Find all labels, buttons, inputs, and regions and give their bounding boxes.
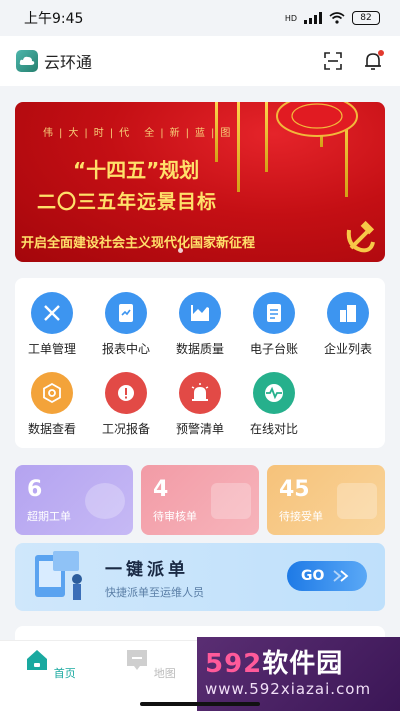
signal-icon [304, 12, 322, 24]
data-view-icon [31, 372, 73, 414]
menu-item-online-compare[interactable]: 在线对比 [237, 372, 311, 437]
banner-headline: “十四五”规划 [73, 158, 200, 182]
menu-item-label: 工况报备 [101, 422, 150, 436]
tab-map[interactable]: 地图 [120, 647, 180, 681]
stat-decoration-icon [211, 483, 251, 519]
siren-icon [179, 372, 221, 414]
wifi-icon [329, 12, 345, 24]
menu-item-label: 预警清单 [175, 422, 224, 436]
banner-subheadline: 二〇三五年远景目标 [37, 191, 218, 213]
stat-card-pending-review[interactable]: 4 待审核单 [141, 465, 259, 535]
pagination-dot[interactable] [178, 248, 183, 253]
ledger-icon [253, 292, 295, 334]
app-header: 云环通 [0, 36, 400, 86]
menu-item-condition-report[interactable]: 工况报备 [89, 372, 163, 437]
watermark-overlay: 592软件园 www.592xiazai.com [197, 637, 400, 711]
menu-item-data-view[interactable]: 数据查看 [15, 372, 89, 437]
quick-dispatch-banner[interactable]: 一键派单 快捷派单至运维人员 GO [15, 543, 385, 611]
app-brand: 云环通 [16, 49, 92, 73]
tab-label: 地图 [153, 667, 176, 680]
dispatch-subtitle: 快捷派单至运维人员 [105, 586, 204, 599]
battery-icon: 82 [352, 11, 380, 25]
go-button[interactable]: GO [287, 561, 367, 591]
menu-grid: 工单管理 报表中心 数据质量 电子台账 企业列表 数据查看 工况报备 预警清单 … [15, 278, 385, 448]
report-icon [105, 292, 147, 334]
notification-dot [378, 50, 384, 56]
menu-item-label: 电子台账 [249, 342, 298, 356]
menu-item-warning-list[interactable]: 预警清单 [163, 372, 237, 437]
home-indicator[interactable] [140, 702, 260, 706]
menu-item-label: 在线对比 [249, 422, 298, 436]
double-arrow-icon [333, 570, 349, 582]
menu-item-enterprises[interactable]: 企业列表 [311, 292, 385, 357]
hammer-sickle-icon [346, 220, 375, 253]
dispatch-illustration-icon [35, 551, 82, 600]
notification-bell-icon[interactable] [362, 50, 384, 72]
menu-item-label: 报表中心 [101, 342, 150, 356]
dispatch-title: 一键派单 [105, 560, 189, 580]
stat-decoration-icon [85, 483, 125, 519]
go-label: GO [301, 568, 325, 584]
stat-decoration-icon [337, 483, 377, 519]
tools-icon [31, 292, 73, 334]
status-time: 上午9:45 [24, 11, 84, 27]
menu-item-label: 企业列表 [323, 342, 372, 356]
building-icon [327, 292, 369, 334]
watermark-text: 软件园 [262, 649, 344, 679]
menu-item-e-ledger[interactable]: 电子台账 [237, 292, 311, 357]
watermark-number: 592 [205, 649, 263, 679]
banner-decoration [237, 102, 240, 192]
menu-item-work-orders[interactable]: 工单管理 [15, 292, 89, 357]
chart-icon [179, 292, 221, 334]
hd-label: HD [284, 13, 297, 23]
watermark-title: 592软件园 [205, 643, 392, 680]
banner-lantern-icon [276, 102, 358, 137]
promo-banner[interactable]: 伟|大|时|代 全|新|蓝|图 “十四五”规划 二〇三五年远景目标 开启全面建设… [15, 102, 385, 262]
header-actions [322, 50, 384, 72]
app-title: 云环通 [44, 53, 93, 72]
app-logo-icon [16, 50, 38, 72]
status-bar: 上午9:45 HD 82 [0, 0, 400, 36]
pulse-icon [253, 372, 295, 414]
menu-item-label: 数据质量 [175, 342, 224, 356]
menu-item-label: 工单管理 [27, 342, 76, 356]
scan-icon[interactable] [322, 50, 344, 72]
banner-slogan: 伟|大|时|代 全|新|蓝|图 [43, 128, 237, 139]
menu-item-label: 数据查看 [27, 422, 76, 436]
stat-card-overdue[interactable]: 6 超期工单 [15, 465, 133, 535]
tab-home[interactable]: 首页 [20, 647, 80, 681]
map-icon [127, 650, 148, 670]
banner-pagination [178, 248, 183, 253]
home-icon [27, 650, 48, 670]
watermark-url: www.592xiazai.com [205, 680, 372, 698]
alert-icon [105, 372, 147, 414]
menu-item-reports[interactable]: 报表中心 [89, 292, 163, 357]
tab-label: 首页 [53, 667, 76, 680]
status-icons: HD 82 [285, 11, 380, 25]
battery-level: 82 [360, 13, 372, 23]
stat-card-pending-accept[interactable]: 45 待接受单 [267, 465, 385, 535]
banner-caption: 开启全面建设社会主义现代化国家新征程 [21, 236, 256, 251]
menu-item-data-quality[interactable]: 数据质量 [163, 292, 237, 357]
